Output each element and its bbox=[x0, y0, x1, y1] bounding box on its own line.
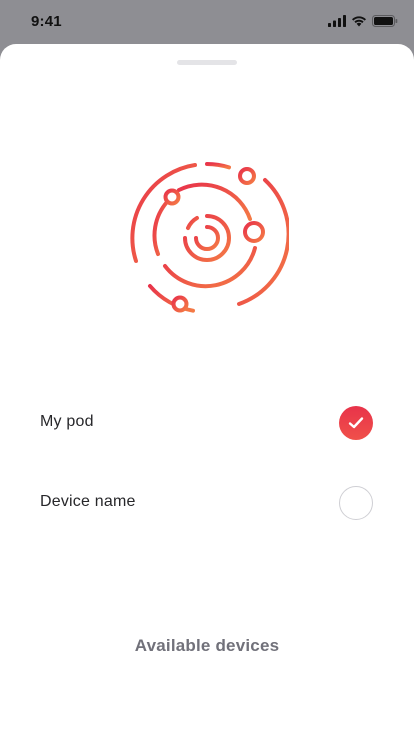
status-icons bbox=[328, 15, 398, 27]
wifi-icon bbox=[352, 16, 366, 27]
signal-icon bbox=[328, 15, 346, 27]
device-label: Device name bbox=[40, 493, 136, 510]
device-radio-selected[interactable] bbox=[339, 406, 373, 440]
device-row-device-name[interactable]: Device name bbox=[0, 475, 414, 531]
sheet-grabber-handle[interactable] bbox=[177, 60, 237, 65]
available-devices-heading: Available devices bbox=[134, 636, 280, 655]
device-row-my-pod[interactable]: My pod bbox=[0, 395, 414, 451]
checkmark-icon bbox=[348, 417, 364, 429]
status-time: 9:41 bbox=[31, 13, 62, 30]
device-label: My pod bbox=[40, 413, 94, 430]
device-picker-sheet: My pod Device name Available devices bbox=[0, 44, 414, 736]
device-radio-unselected[interactable] bbox=[339, 486, 373, 520]
orbit-logo-icon bbox=[130, 162, 289, 313]
status-bar: 9:41 bbox=[0, 0, 414, 44]
battery-icon bbox=[372, 15, 398, 27]
